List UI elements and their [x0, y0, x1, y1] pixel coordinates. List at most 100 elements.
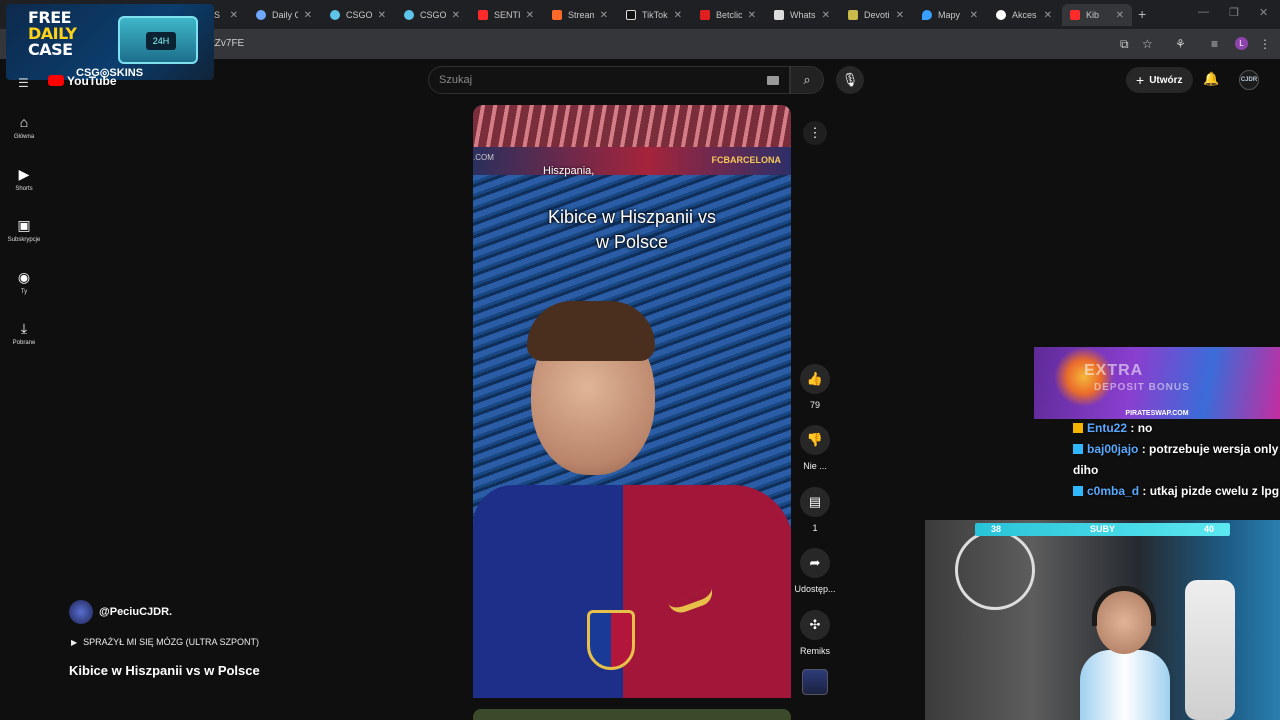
browser-tab[interactable]: SENTIN ✕	[470, 4, 542, 26]
browser-tab[interactable]: Whats ✕	[766, 4, 838, 26]
browser-tab-active[interactable]: Kib ✕	[1062, 4, 1132, 26]
close-icon[interactable]: ✕	[526, 10, 534, 21]
create-button[interactable]: + Utwórz	[1126, 67, 1193, 93]
ad-subline: DEPOSIT BONUS	[1094, 382, 1190, 393]
remix-button[interactable]: ✣ Remiks	[790, 610, 840, 656]
channel-name[interactable]: @PeciuCJDR.	[99, 606, 172, 618]
close-icon[interactable]: ✕	[600, 10, 608, 21]
next-short-preview[interactable]	[473, 709, 791, 720]
chat-username: c0mba_d	[1087, 484, 1140, 498]
install-app-icon[interactable]: ⧉	[1120, 37, 1129, 52]
browser-tab[interactable]: CSGO- ✕	[396, 4, 468, 26]
nav-item-home[interactable]: ⌂ Główna	[0, 114, 48, 140]
music-track[interactable]: ▶ SPRAŻYŁ MI SIĘ MÓZG (ULTRA SZPONT)	[71, 637, 259, 647]
nav-item-subscriptions[interactable]: ▣ Subskrypcje	[0, 217, 48, 243]
search-input[interactable]	[439, 74, 739, 86]
browser-tab[interactable]: CSGO- ✕	[322, 4, 394, 26]
youtube-logo[interactable]: YouTube	[48, 74, 117, 88]
tab-favicon-icon	[848, 10, 858, 20]
sub-goal-label: SUBY	[1089, 524, 1115, 534]
bookmark-star-icon[interactable]: ☆	[1142, 37, 1153, 51]
close-icon[interactable]: ✕	[452, 10, 460, 21]
profile-icon: ◉	[17, 269, 31, 285]
close-icon[interactable]: ✕	[822, 10, 830, 21]
nav-label: Ty	[20, 289, 28, 295]
browser-tab[interactable]: Betclic ✕	[692, 4, 764, 26]
browser-tab[interactable]: TikTok ✕	[618, 4, 690, 26]
ad-domain: PIRATESWAP.COM	[1125, 410, 1189, 417]
sub-goal-bar: 38 SUBY 40	[975, 523, 1230, 536]
nav-item-downloads[interactable]: ⤓ Pobrane	[0, 320, 48, 346]
dislike-button[interactable]: 👎 Nie ...	[790, 425, 840, 471]
streamer-webcam: 38 SUBY 40	[925, 520, 1280, 720]
search-icon: ⌕	[803, 72, 811, 87]
channel-avatar[interactable]	[69, 600, 93, 624]
close-icon[interactable]: ✕	[230, 10, 238, 21]
browser-tab[interactable]: Devoti ✕	[840, 4, 912, 26]
channel-row[interactable]: @PeciuCJDR.	[69, 600, 172, 624]
voice-search-button[interactable]: 🎙	[836, 66, 864, 94]
stadium-stands	[473, 105, 791, 147]
close-icon[interactable]: ✕	[748, 10, 756, 21]
nav-item-shorts[interactable]: ▶ Shorts	[0, 166, 48, 192]
close-icon[interactable]: ✕	[378, 10, 386, 21]
fc-barcelona-crest-icon	[587, 610, 635, 670]
browser-tab[interactable]: Daily C ✕	[248, 4, 320, 26]
media-controls-icon[interactable]: ≡	[1211, 37, 1218, 51]
comment-icon: ▤	[800, 487, 830, 517]
home-icon: ⌂	[19, 114, 29, 130]
plus-icon: +	[1136, 72, 1145, 88]
close-window-icon[interactable]: ✕	[1259, 6, 1268, 19]
close-icon[interactable]: ✕	[896, 10, 904, 21]
comment-count: 1	[812, 523, 818, 533]
tab-label: S	[214, 10, 221, 20]
tab-favicon-icon	[996, 10, 1006, 20]
minimize-icon[interactable]: —	[1198, 6, 1209, 18]
nav-label: Pobrane	[12, 340, 36, 346]
headset-icon	[1092, 586, 1156, 626]
like-button[interactable]: 👍 79	[790, 364, 840, 410]
keyboard-icon[interactable]	[767, 76, 779, 85]
shorts-video-player[interactable]: .COM FCBARCELONA Hiszpania, Kibice w His…	[473, 105, 791, 698]
browser-tab[interactable]: Stream ✕	[544, 4, 616, 26]
tab-label: Betclic	[716, 10, 742, 20]
nav-label: Subskrypcje	[7, 237, 41, 243]
nav-item-you[interactable]: ◉ Ty	[0, 269, 48, 295]
gaming-chair	[1185, 580, 1235, 720]
free-daily-case-overlay: FREE DAILY CASE 24H CSG◎SKINS	[6, 4, 214, 80]
chat-message: Entu22 : no	[1073, 418, 1280, 439]
extensions-icon[interactable]: ⚘	[1175, 37, 1186, 51]
search-button[interactable]: ⌕	[790, 66, 824, 94]
chat-username: Entu22	[1087, 421, 1128, 435]
subscriptions-icon: ▣	[17, 217, 31, 233]
close-icon[interactable]: ✕	[1044, 10, 1052, 21]
sound-thumbnail[interactable]	[802, 669, 828, 695]
chat-text: : no	[1130, 421, 1153, 435]
browser-menu-icon[interactable]: ⋮	[1259, 37, 1271, 51]
browser-profile-avatar[interactable]: L	[1235, 37, 1248, 50]
share-button[interactable]: ➦ Udostęp...	[790, 548, 840, 594]
browser-tab[interactable]: Mapy ✕	[914, 4, 986, 26]
remix-icon: ✣	[800, 610, 830, 640]
video-caption-line: Kibice w Hiszpanii vs	[547, 207, 717, 227]
new-tab-icon[interactable]: +	[1138, 6, 1146, 22]
tab-label: TikTok	[642, 10, 668, 20]
more-options-button[interactable]: ⋮	[803, 121, 827, 145]
close-icon[interactable]: ✕	[674, 10, 682, 21]
tab-label: CSGO-	[420, 10, 446, 20]
comments-button[interactable]: ▤ 1	[790, 487, 840, 533]
tab-label: Mapy	[938, 10, 961, 20]
close-icon[interactable]: ✕	[970, 10, 978, 21]
play-triangle-icon: ▶	[71, 638, 78, 647]
tab-label: Whats	[790, 10, 816, 20]
account-avatar[interactable]: CJDR	[1239, 70, 1259, 90]
browser-tab[interactable]: Akces ✕	[988, 4, 1060, 26]
notifications-bell-icon[interactable]: 🔔	[1203, 71, 1219, 87]
url-field[interactable]: tZv7FE	[212, 38, 244, 49]
close-icon[interactable]: ✕	[1116, 10, 1124, 21]
maximize-icon[interactable]: ❐	[1229, 6, 1239, 19]
thumbs-down-icon: 👎	[800, 425, 830, 455]
subscriber-badge-icon	[1073, 444, 1083, 454]
close-icon[interactable]: ✕	[304, 10, 312, 21]
hamburger-menu-icon[interactable]: ☰	[18, 76, 29, 90]
